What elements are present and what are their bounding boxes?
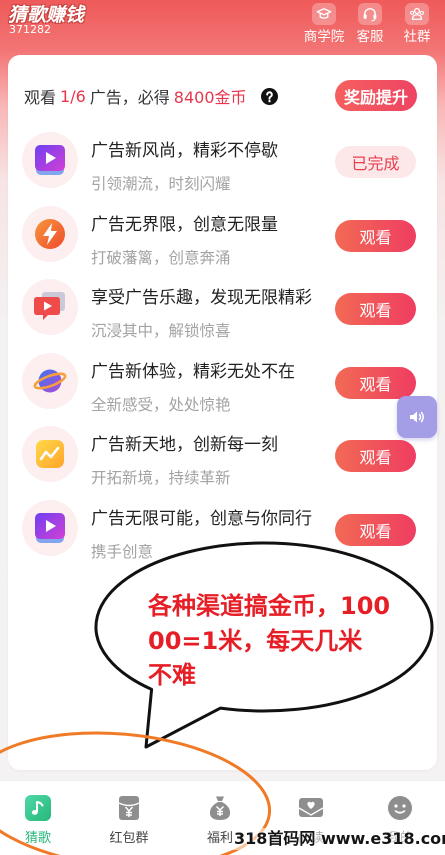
- task-watch-button[interactable]: 观看: [335, 219, 416, 252]
- nav-label: 红包群: [109, 831, 149, 846]
- reward-boost-button[interactable]: 奖励提升: [335, 80, 417, 111]
- heart-envelope-icon: [298, 795, 324, 819]
- summary-progress: 1/6: [60, 86, 86, 106]
- task-icon-badge: [22, 352, 78, 409]
- task-row: 广告无限可能，创意与你同行 携手创意 观看: [8, 493, 437, 566]
- headset-icon: [358, 3, 382, 25]
- task-watch-button[interactable]: 观看: [335, 366, 416, 399]
- community-icon: [405, 3, 429, 25]
- header-link-label: 客服: [356, 29, 384, 45]
- annotation-text-line: 不难: [148, 661, 196, 689]
- task-subtitle: 携手创意: [91, 542, 154, 561]
- nav-item-guess-song[interactable]: 猜歌: [0, 781, 78, 855]
- header-link-label: 社群: [403, 29, 431, 45]
- summary-middle-label: 广告，必得: [89, 88, 170, 107]
- task-title: 享受广告乐趣，发现无限精彩: [91, 288, 312, 308]
- task-icon-badge: [22, 279, 78, 335]
- watermark: 318首码网 www.e318.com: [232, 828, 445, 850]
- task-watch-button[interactable]: 观看: [335, 513, 416, 546]
- question-circle-icon[interactable]: [260, 87, 278, 105]
- sound-toggle-button[interactable]: [397, 396, 437, 438]
- music-note-icon: [25, 795, 51, 821]
- red-envelope-icon: [117, 795, 141, 821]
- speaker-icon: [410, 411, 424, 423]
- purple-play-icon: [35, 512, 65, 543]
- graduation-cap-icon: [312, 3, 336, 25]
- task-title: 广告新天地，创新每一刻: [91, 435, 278, 455]
- task-title: 广告新体验，精彩无处不在: [91, 361, 295, 382]
- task-icon-badge: [22, 132, 78, 188]
- nav-item-red-packet-group[interactable]: 红包群: [89, 781, 169, 855]
- task-title: 广告无界限，创意无限量: [91, 214, 278, 235]
- task-icon-badge: [22, 205, 78, 262]
- task-icon-badge: [22, 499, 78, 556]
- trend-chart-icon: [36, 440, 64, 468]
- task-row: 广告新风尚，精彩不停歇 引领潮流，时刻闪耀 已完成: [8, 125, 437, 198]
- task-row: 广告新体验，精彩无处不在 全新感受，处处惊艳 观看: [8, 346, 437, 419]
- task-completed-button[interactable]: 已完成: [335, 146, 416, 178]
- annotation-text-line: 各种渠道搞金币，100: [148, 592, 391, 620]
- header-link-community[interactable]: 社群: [392, 0, 442, 45]
- purple-play-icon: [35, 145, 65, 175]
- video-bubble-icon: [34, 292, 65, 320]
- task-watch-button[interactable]: 观看: [335, 293, 416, 325]
- money-bag-icon: [206, 795, 234, 821]
- task-subtitle: 打破藩篱，创意奔涌: [91, 248, 231, 267]
- task-subtitle: 全新感受，处处惊艳: [91, 395, 231, 414]
- task-row: 广告无界限，创意无限量 打破藩篱，创意奔涌 观看: [8, 199, 437, 272]
- summary-reward: 8400金币: [173, 88, 247, 107]
- header-link-customer-service[interactable]: 客服: [345, 0, 395, 45]
- task-title: 广告新风尚，精彩不停歇: [91, 141, 278, 161]
- task-watch-button[interactable]: 观看: [335, 440, 416, 472]
- user-id: 371282: [9, 23, 51, 36]
- nav-label: 猜歌: [24, 831, 51, 846]
- task-subtitle: 引领潮流，时刻闪耀: [91, 175, 231, 193]
- lightning-icon: [35, 218, 65, 249]
- ad-task-card: 观看 1/6 广告，必得 8400金币 奖励提升 广告新风尚，精彩不停歇 引领潮…: [8, 55, 437, 770]
- profile-face-icon: [387, 795, 413, 821]
- task-icon-badge: [22, 426, 78, 482]
- task-subtitle: 开拓新境，持续革新: [91, 469, 231, 487]
- task-subtitle: 沉浸其中，解锁惊喜: [91, 322, 231, 340]
- header-link-label: 商学院: [303, 29, 345, 45]
- task-title: 广告无限可能，创意与你同行: [91, 508, 312, 529]
- task-summary: 观看 1/6 广告，必得 8400金币: [24, 84, 278, 108]
- task-row: 广告新天地，创新每一刻 开拓新境，持续革新 观看: [8, 419, 437, 492]
- header-link-business-school[interactable]: 商学院: [299, 0, 349, 45]
- task-row: 享受广告乐趣，发现无限精彩 沉浸其中，解锁惊喜 观看: [8, 272, 437, 345]
- annotation-text-line: 00=1米，每天几米: [148, 627, 363, 655]
- summary-watch-label: 观看: [24, 88, 57, 107]
- planet-icon: [33, 369, 67, 392]
